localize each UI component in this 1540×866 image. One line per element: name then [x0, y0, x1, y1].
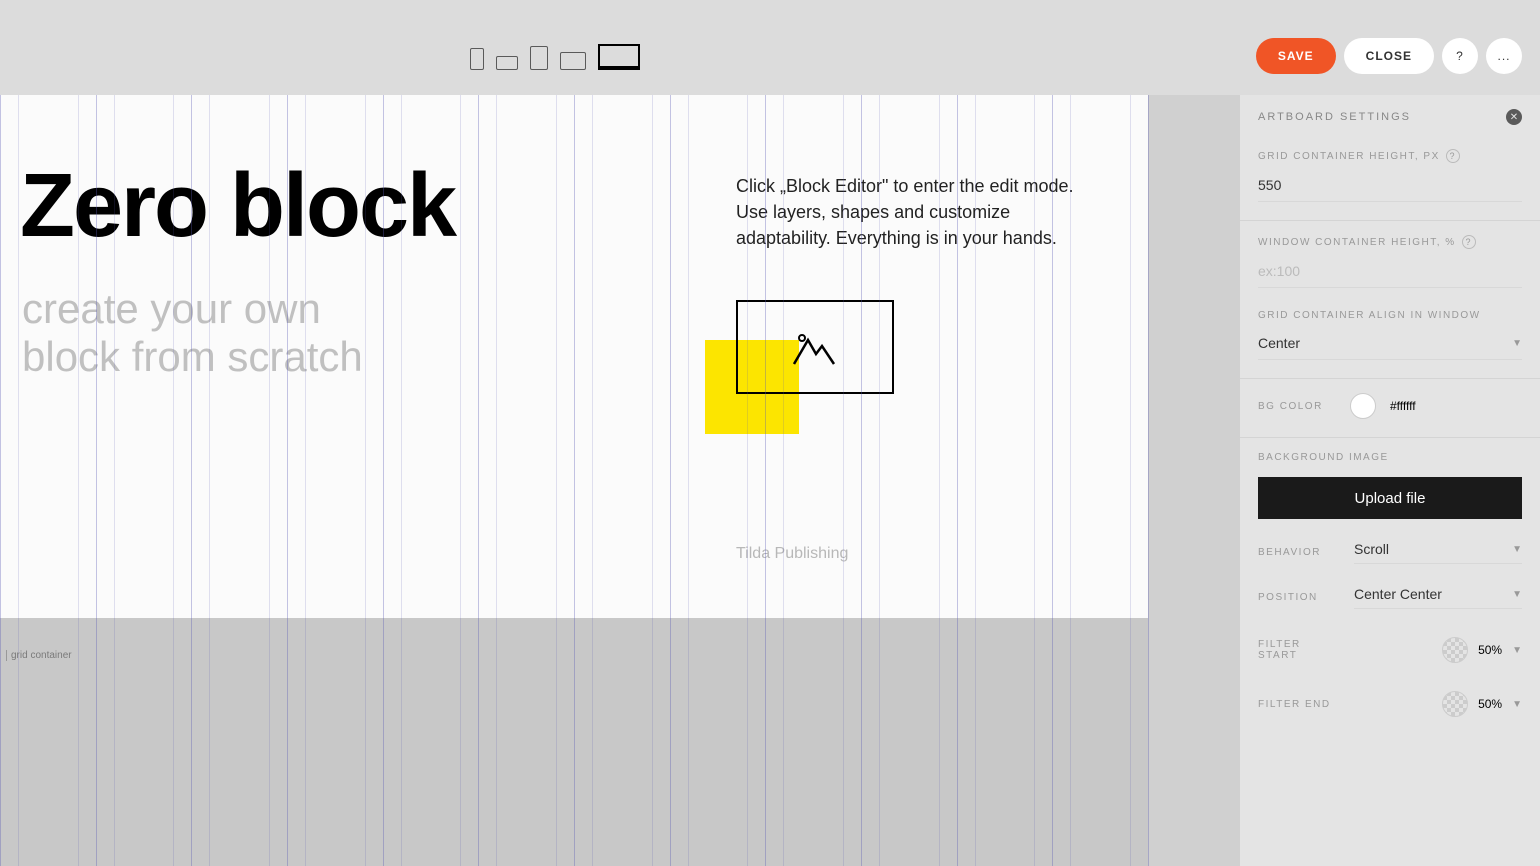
position-label: POSITION [1258, 592, 1336, 603]
help-icon[interactable]: ? [1462, 235, 1476, 249]
body-text[interactable]: Click „Block Editor" to enter the edit m… [736, 173, 1096, 251]
device-phone-icon[interactable] [470, 48, 484, 70]
position-select[interactable]: Center Center ▼ [1354, 586, 1522, 609]
window-height-input[interactable] [1258, 259, 1522, 288]
more-button[interactable]: ... [1486, 38, 1522, 74]
heading-text[interactable]: Zero block [20, 155, 455, 258]
upload-file-button[interactable]: Upload file [1258, 477, 1522, 519]
close-button[interactable]: CLOSE [1344, 38, 1434, 74]
grid-height-label: GRID CONTAINER HEIGHT, PX ? [1258, 149, 1522, 163]
filter-start-swatch[interactable] [1442, 637, 1468, 663]
close-panel-icon[interactable]: ✕ [1506, 109, 1522, 125]
device-switcher [470, 44, 640, 70]
filter-start-label: FILTER START [1258, 639, 1336, 661]
filter-end-swatch[interactable] [1442, 691, 1468, 717]
behavior-label: BEHAVIOR [1258, 547, 1336, 558]
filter-end-label: FILTER END [1258, 699, 1336, 710]
grid-height-input[interactable] [1258, 173, 1522, 202]
grid-container-label: grid container [6, 650, 72, 661]
topbar: SAVE CLOSE ? ... [0, 0, 1540, 95]
image-placeholder[interactable] [736, 300, 894, 394]
align-select[interactable]: Center ▼ [1258, 331, 1522, 360]
panel-title: ARTBOARD SETTINGS [1258, 111, 1411, 123]
artboard[interactable]: Zero block create your own block from sc… [0, 95, 1148, 618]
align-label: GRID CONTAINER ALIGN IN WINDOW [1258, 310, 1522, 321]
behavior-select[interactable]: Scroll ▼ [1354, 541, 1522, 564]
chevron-down-icon: ▼ [1512, 645, 1522, 656]
canvas-area: Zero block create your own block from sc… [0, 95, 1148, 866]
help-icon[interactable]: ? [1446, 149, 1460, 163]
bgcolor-swatch[interactable] [1350, 393, 1376, 419]
settings-panel: ARTBOARD SETTINGS ✕ GRID CONTAINER HEIGH… [1240, 95, 1540, 866]
chevron-down-icon: ▼ [1512, 699, 1522, 710]
footer-text[interactable]: Tilda Publishing [736, 545, 848, 563]
window-height-label: WINDOW CONTAINER HEIGHT, % ? [1258, 235, 1522, 249]
top-buttons: SAVE CLOSE ? ... [1256, 38, 1522, 74]
subheading-text[interactable]: create your own block from scratch [22, 285, 363, 382]
chevron-down-icon: ▼ [1512, 544, 1522, 555]
device-tablet-icon[interactable] [530, 46, 548, 70]
filter-end-value[interactable]: 50% [1478, 697, 1502, 711]
bgcolor-label: BG COLOR [1258, 401, 1336, 412]
save-button[interactable]: SAVE [1256, 38, 1336, 74]
filter-start-value[interactable]: 50% [1478, 643, 1502, 657]
chevron-down-icon: ▼ [1512, 338, 1522, 349]
device-desktop-icon[interactable] [598, 44, 640, 70]
bgimage-label: BACKGROUND IMAGE [1258, 452, 1522, 463]
device-small-tablet-icon[interactable] [496, 56, 518, 70]
chevron-down-icon: ▼ [1512, 589, 1522, 600]
help-button[interactable]: ? [1442, 38, 1478, 74]
image-icon [792, 328, 836, 368]
device-laptop-icon[interactable] [560, 52, 586, 70]
bgcolor-value[interactable]: #ffffff [1390, 399, 1416, 413]
